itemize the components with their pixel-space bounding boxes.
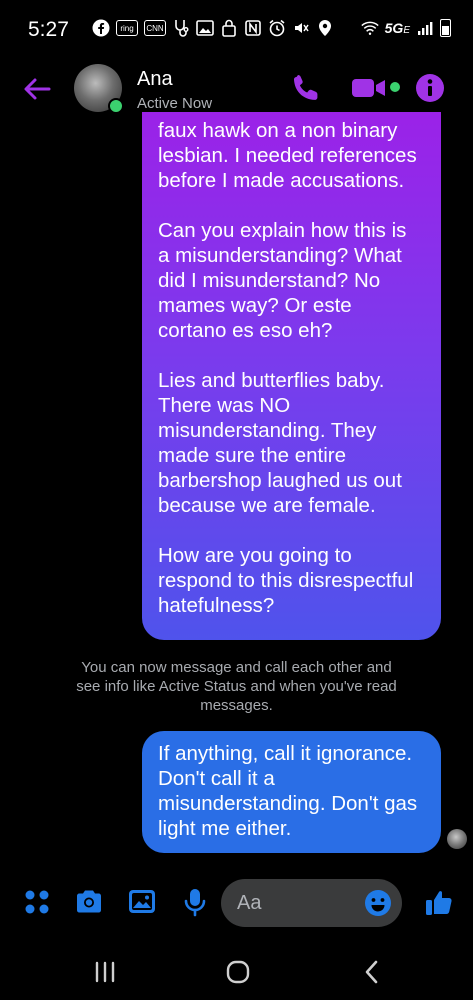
sent-message-bubble[interactable]: faux hawk on a non binary lesbian. I nee… [142, 112, 441, 640]
four-dots-icon [25, 890, 49, 914]
system-indicators: 5GE [360, 19, 451, 37]
emoji-button[interactable] [364, 889, 392, 917]
conversation-header: Ana Active Now [0, 62, 473, 118]
like-button[interactable] [424, 887, 454, 917]
home-button[interactable] [223, 957, 253, 987]
facebook-icon [92, 19, 110, 37]
info-button[interactable] [414, 72, 446, 104]
video-call-button[interactable] [350, 72, 388, 104]
voice-message-button[interactable] [180, 887, 210, 917]
network-label: 5G [384, 20, 404, 36]
ring-icon: ring [116, 20, 138, 36]
battery-icon [440, 19, 451, 37]
system-navigation-bar [0, 945, 473, 1000]
info-icon [416, 74, 444, 102]
contact-name[interactable]: Ana [137, 68, 173, 91]
video-active-dot [390, 82, 400, 92]
message-text: faux hawk on a non binary lesbian. I nee… [158, 119, 417, 617]
contact-status: Active Now [137, 95, 213, 112]
phone-call-button[interactable] [290, 72, 322, 104]
video-camera-icon [352, 79, 385, 97]
phone-icon [293, 75, 318, 100]
location-icon [316, 19, 334, 37]
status-bar: 5:27 ring CNN 5GE [0, 0, 473, 62]
gallery-icon [129, 890, 155, 913]
back-button[interactable] [22, 74, 52, 104]
cnn-icon: CNN [144, 20, 166, 36]
network-type: 5GE [385, 20, 410, 36]
more-actions-button[interactable] [22, 887, 52, 917]
mute-icon [292, 19, 310, 37]
notification-icons: ring CNN [92, 19, 334, 37]
recents-icon [95, 961, 115, 983]
nfc-icon [244, 19, 262, 37]
microphone-icon [184, 889, 206, 917]
network-sub-label: E [403, 25, 410, 36]
seen-avatar [447, 829, 467, 849]
status-time: 5:27 [28, 18, 69, 41]
thumbs-up-icon [426, 891, 452, 915]
lock-icon [220, 19, 238, 37]
image-icon [196, 19, 214, 37]
signal-icon [416, 19, 434, 37]
home-icon [226, 960, 250, 984]
stethoscope-icon [172, 19, 190, 37]
sent-message-bubble[interactable]: If anything, call it ignorance. Don't ca… [142, 731, 441, 853]
chevron-left-icon [365, 960, 378, 984]
system-back-button[interactable] [357, 957, 387, 987]
smiley-icon [365, 890, 391, 916]
alarm-icon [268, 19, 286, 37]
online-indicator [108, 98, 124, 114]
system-notice: You can now message and call each other … [76, 659, 397, 714]
recents-button[interactable] [90, 957, 120, 987]
gallery-button[interactable] [127, 887, 157, 917]
camera-icon [77, 890, 101, 913]
wifi-icon [360, 19, 379, 37]
message-text: If anything, call it ignorance. Don't ca… [158, 742, 418, 840]
camera-button[interactable] [74, 887, 104, 917]
message-composer: Aa [0, 875, 473, 931]
